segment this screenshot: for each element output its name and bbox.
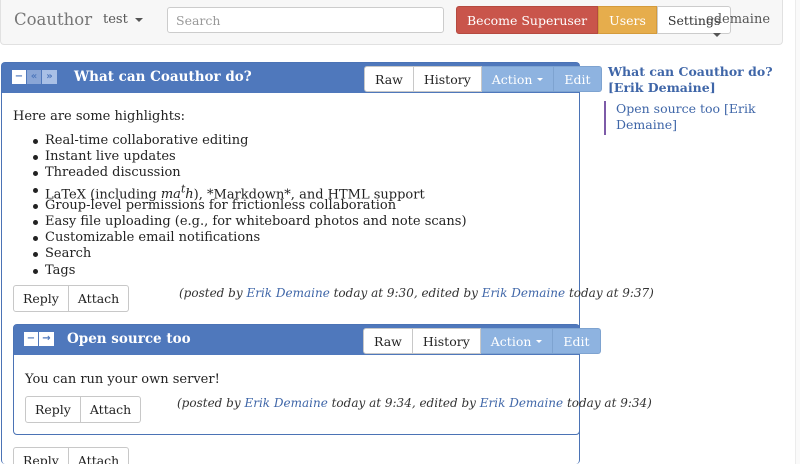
message-controls: − « » bbox=[12, 70, 57, 84]
scrollbar[interactable] bbox=[795, 0, 800, 464]
rewind-icon[interactable]: « bbox=[27, 70, 42, 84]
posted-info: (posted by Erik Demaine today at 9:30, e… bbox=[179, 286, 654, 300]
message-header: − « » What can Coauthor do? Raw History … bbox=[2, 63, 602, 93]
posted-info: (posted by Erik Demaine today at 9:34, e… bbox=[177, 396, 652, 410]
user-dropdown[interactable]: edemaine bbox=[706, 12, 782, 42]
edit-button[interactable]: Edit bbox=[554, 66, 602, 92]
minimize-icon[interactable]: − bbox=[24, 332, 39, 346]
reply-actions: Reply Attach bbox=[25, 396, 142, 423]
nav-button-group: Become Superuser Users Settings bbox=[456, 6, 732, 34]
edit-button[interactable]: Edit bbox=[553, 328, 601, 354]
search-input[interactable] bbox=[167, 7, 444, 33]
history-button[interactable]: History bbox=[412, 328, 481, 354]
toc-item-reply[interactable]: Open source too [Erik Demaine] bbox=[604, 101, 784, 135]
posted-prefix: (posted by bbox=[179, 286, 247, 300]
author-link[interactable]: Erik Demaine bbox=[246, 286, 329, 300]
edited-time: today at 9:37) bbox=[565, 286, 654, 300]
arrow-right-icon[interactable]: → bbox=[39, 332, 54, 346]
posted-prefix: (posted by bbox=[177, 396, 245, 410]
highlights-list: Real-time collaborative editing Instant … bbox=[33, 133, 467, 279]
thread-actions: Reply Attach bbox=[13, 447, 130, 464]
message-title: What can Coauthor do? bbox=[74, 69, 252, 85]
action-dropdown-button[interactable]: Action bbox=[480, 328, 554, 354]
edited-time: today at 9:34) bbox=[563, 396, 652, 410]
message-intro: Here are some highlights: bbox=[13, 109, 186, 124]
author-link[interactable]: Erik Demaine bbox=[244, 396, 327, 410]
navbar: Coauthor test Become Superuser Users Set… bbox=[0, 0, 783, 45]
message-toolbar: Raw History Action Edit bbox=[364, 66, 602, 92]
message-actions: Reply Attach bbox=[13, 285, 130, 312]
list-item: Real-time collaborative editing bbox=[33, 133, 467, 149]
reply-body: You can run your own server! bbox=[25, 372, 220, 387]
raw-button[interactable]: Raw bbox=[364, 66, 414, 92]
posted-time: today at 9:34, edited by bbox=[327, 396, 480, 410]
reply-button[interactable]: Reply bbox=[13, 285, 69, 312]
list-item: LaTeX (including math), *Markdown*, and … bbox=[33, 182, 467, 202]
list-item: Threaded discussion bbox=[33, 165, 467, 181]
caret-down-icon bbox=[537, 77, 544, 81]
toc-item-root[interactable]: What can Coauthor do? [Erik Demaine] bbox=[608, 64, 788, 96]
reply-button[interactable]: Reply bbox=[25, 396, 81, 423]
reply-button[interactable]: Reply bbox=[13, 447, 69, 464]
list-item: Easy file uploading (e.g., for whiteboar… bbox=[33, 213, 467, 229]
attach-button[interactable]: Attach bbox=[68, 447, 130, 464]
group-name: test bbox=[103, 12, 128, 27]
users-button[interactable]: Users bbox=[598, 6, 657, 34]
action-label: Action bbox=[491, 71, 533, 87]
fast-forward-icon[interactable]: » bbox=[42, 70, 57, 84]
editor-link[interactable]: Erik Demaine bbox=[482, 286, 565, 300]
brand-logo[interactable]: Coauthor bbox=[14, 10, 92, 29]
list-item: Instant live updates bbox=[33, 149, 467, 165]
user-name: edemaine bbox=[706, 12, 771, 27]
editor-link[interactable]: Erik Demaine bbox=[480, 396, 563, 410]
reply-controls: − → bbox=[24, 332, 54, 346]
list-item: Search bbox=[33, 246, 467, 262]
minimize-icon[interactable]: − bbox=[12, 70, 27, 84]
reply-header: − → Open source too Raw History Action E… bbox=[14, 325, 601, 355]
list-item: Tags bbox=[33, 263, 467, 279]
list-item: Group-level permissions for frictionless… bbox=[33, 198, 467, 214]
group-dropdown[interactable]: test bbox=[103, 12, 143, 27]
attach-button[interactable]: Attach bbox=[68, 285, 130, 312]
reply-title: Open source too bbox=[67, 331, 191, 347]
caret-down-icon bbox=[134, 17, 143, 22]
caret-down-icon bbox=[713, 32, 721, 37]
reply-toolbar: Raw History Action Edit bbox=[363, 328, 601, 354]
action-label: Action bbox=[490, 333, 532, 349]
posted-time: today at 9:30, edited by bbox=[329, 286, 482, 300]
attach-button[interactable]: Attach bbox=[80, 396, 142, 423]
become-superuser-button[interactable]: Become Superuser bbox=[456, 6, 599, 34]
raw-button[interactable]: Raw bbox=[363, 328, 413, 354]
list-item: Customizable email notifications bbox=[33, 230, 467, 246]
history-button[interactable]: History bbox=[413, 66, 482, 92]
action-dropdown-button[interactable]: Action bbox=[481, 66, 555, 92]
caret-down-icon bbox=[536, 339, 543, 343]
